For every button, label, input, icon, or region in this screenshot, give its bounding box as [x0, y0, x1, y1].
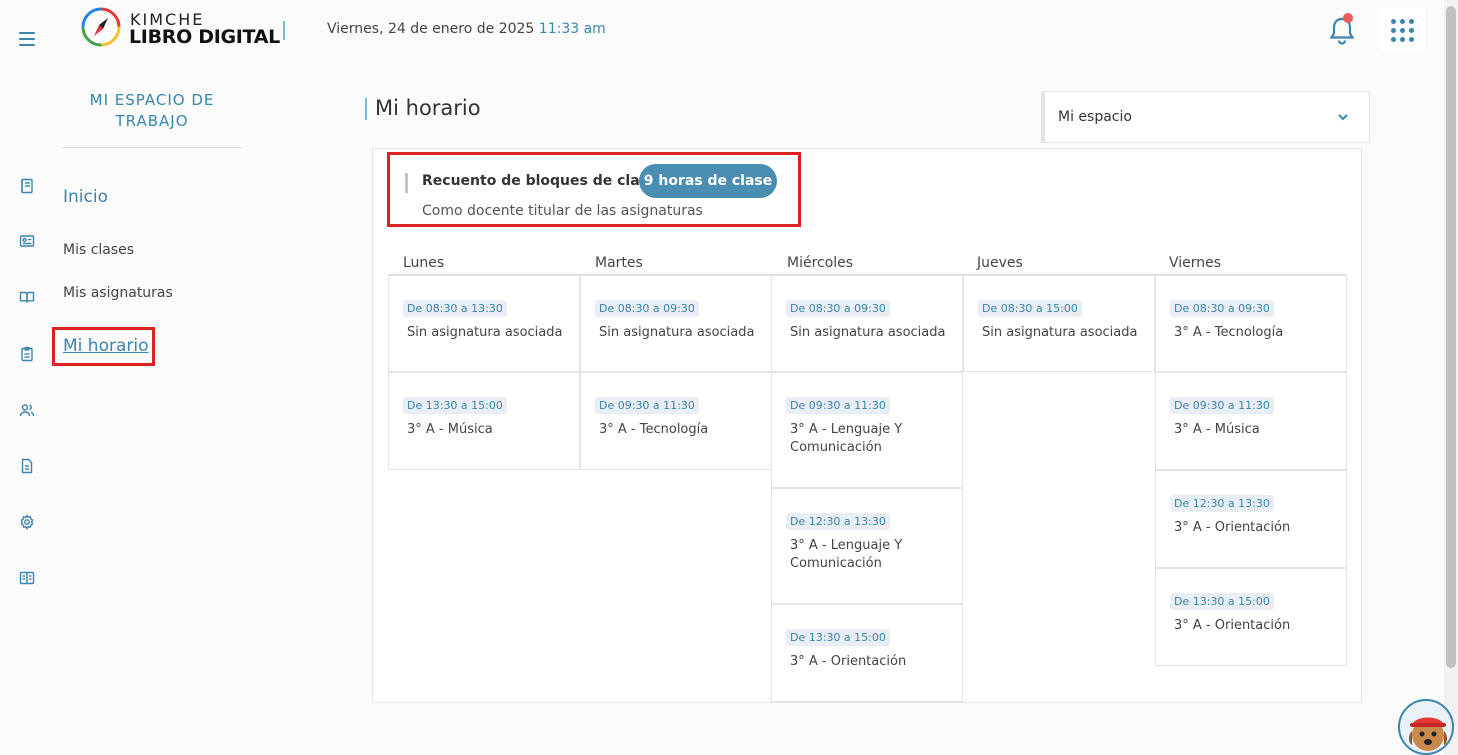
block-subject: 3° A - Tecnología: [1174, 325, 1284, 340]
block-time: De 09:30 a 11:30: [786, 397, 890, 414]
block-subject: 3° A - Orientación: [790, 654, 907, 669]
space-select-value: Mi espacio: [1058, 109, 1132, 125]
block-subject: Sin asignatura asociada: [790, 325, 946, 340]
block-subject: 3° A - Lenguaje Y Comunicación: [790, 538, 903, 571]
block-time: De 08:30 a 09:30: [786, 300, 890, 317]
schedule-block[interactable]: De 09:30 a 11:30 3° A - Tecnología: [580, 372, 772, 470]
block-time: De 08:30 a 15:00: [978, 300, 1082, 317]
page-scrollbar[interactable]: [1444, 0, 1458, 755]
day-header-jueves: Jueves: [977, 255, 1023, 271]
document-icon[interactable]: [18, 457, 36, 475]
block-time: De 08:30 a 09:30: [595, 300, 699, 317]
block-time: De 13:30 a 15:00: [1170, 593, 1274, 610]
sidebar-item-mis-clases[interactable]: Mis clases: [63, 242, 134, 258]
current-date: Viernes, 24 de enero de 2025 11:33 am: [327, 21, 606, 37]
schedule-block[interactable]: De 09:30 a 11:30 3° A - Lenguaje Y Comun…: [771, 372, 963, 488]
icon-rail: [0, 0, 63, 755]
day-header-viernes: Viernes: [1169, 255, 1222, 271]
logo-text-bottom: LIBRO DIGITAL: [129, 26, 280, 48]
users-icon[interactable]: [18, 401, 36, 419]
notebook-icon[interactable]: [18, 177, 36, 195]
book-open-icon[interactable]: [18, 288, 36, 306]
block-subject: 3° A - Tecnología: [599, 422, 709, 437]
block-time: De 09:30 a 11:30: [1170, 397, 1274, 414]
block-subject: 3° A - Lenguaje Y Comunicación: [790, 422, 903, 455]
block-time: De 12:30 a 13:30: [786, 513, 890, 530]
schedule-block[interactable]: De 12:30 a 13:30 3° A - Orientación: [1155, 470, 1347, 568]
gear-icon[interactable]: [18, 513, 36, 531]
space-select[interactable]: Mi espacio: [1041, 91, 1370, 143]
block-time: De 13:30 a 15:00: [786, 629, 890, 646]
compass-logo-icon: [81, 7, 121, 47]
workspace-title: MI ESPACIO DE TRABAJO: [89, 91, 215, 130]
id-card-icon[interactable]: [18, 232, 36, 250]
block-subject: Sin asignatura asociada: [599, 325, 755, 340]
header-divider: [283, 21, 285, 40]
block-subject: 3° A - Música: [1174, 422, 1260, 437]
day-header-martes: Martes: [595, 255, 643, 271]
day-header-lunes: Lunes: [403, 255, 445, 271]
schedule-block[interactable]: De 13:30 a 15:00 3° A - Orientación: [1155, 568, 1347, 666]
schedule-block[interactable]: De 08:30 a 09:30 Sin asignatura asociada: [771, 275, 963, 372]
book-icon[interactable]: [18, 569, 36, 587]
schedule-block[interactable]: De 08:30 a 09:30 3° A - Tecnología: [1155, 275, 1347, 372]
highlight-box-summary: [387, 152, 801, 227]
schedule-block[interactable]: De 08:30 a 09:30 Sin asignatura asociada: [580, 275, 772, 372]
sidebar-item-mis-asignaturas[interactable]: Mis asignaturas: [63, 285, 173, 301]
day-header-miercoles: Miércoles: [787, 255, 854, 271]
page-title: Mi horario: [365, 96, 481, 120]
block-time: De 09:30 a 11:30: [595, 397, 699, 414]
sidebar-item-inicio[interactable]: Inicio: [63, 187, 108, 207]
schedule-block[interactable]: De 13:30 a 15:00 3° A - Orientación: [771, 604, 963, 702]
block-subject: Sin asignatura asociada: [982, 325, 1138, 340]
date-text: Viernes, 24 de enero de 2025: [327, 21, 535, 37]
schedule-block[interactable]: De 13:30 a 15:00 3° A - Música: [388, 372, 580, 470]
block-subject: 3° A - Orientación: [1174, 618, 1291, 633]
schedule-block[interactable]: De 08:30 a 15:00 Sin asignatura asociada: [963, 275, 1155, 372]
highlight-box-horario: [52, 327, 155, 366]
notification-dot: [1343, 13, 1353, 23]
block-subject: 3° A - Orientación: [1174, 520, 1291, 535]
apps-grid-icon[interactable]: [1379, 8, 1425, 52]
block-time: De 08:30 a 13:30: [403, 300, 507, 317]
logo[interactable]: KIMCHE LIBRO DIGITAL: [80, 6, 280, 50]
top-header: KIMCHE LIBRO DIGITAL Viernes, 24 de ener…: [63, 0, 1444, 62]
schedule-block[interactable]: De 12:30 a 13:30 3° A - Lenguaje Y Comun…: [771, 488, 963, 604]
block-time: De 12:30 a 13:30: [1170, 495, 1274, 512]
menu-icon[interactable]: [19, 32, 35, 46]
sidebar-divider: [63, 147, 241, 148]
schedule-block[interactable]: De 08:30 a 13:30 Sin asignatura asociada: [388, 275, 580, 372]
block-time: De 08:30 a 09:30: [1170, 300, 1274, 317]
block-subject: 3° A - Música: [407, 422, 493, 437]
schedule-block[interactable]: De 09:30 a 11:30 3° A - Música: [1155, 372, 1347, 470]
clipboard-icon[interactable]: [18, 345, 36, 363]
scrollbar-thumb[interactable]: [1446, 6, 1456, 668]
notifications-bell-icon[interactable]: [1327, 13, 1357, 46]
assistant-avatar[interactable]: [1398, 699, 1454, 755]
time-text: 11:33 am: [538, 21, 606, 37]
block-time: De 13:30 a 15:00: [403, 397, 507, 414]
chevron-down-icon: [1338, 114, 1348, 121]
block-subject: Sin asignatura asociada: [407, 325, 563, 340]
